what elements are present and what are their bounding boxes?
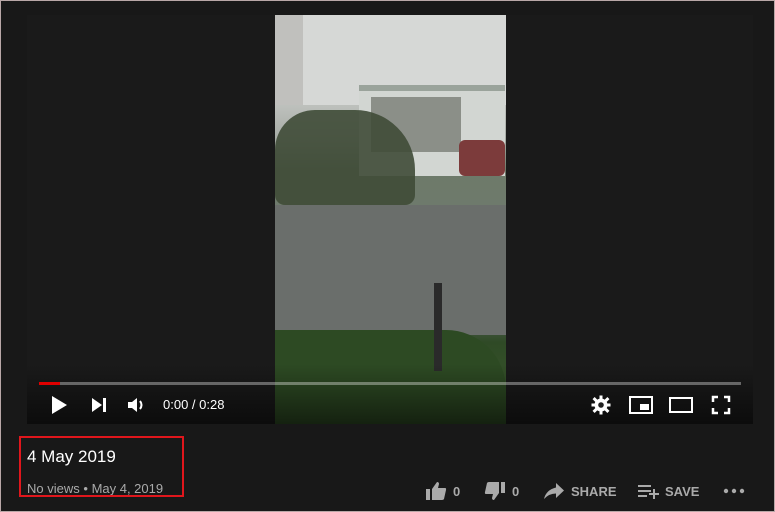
video-player[interactable]: 0:00 / 0:28 xyxy=(27,15,753,424)
video-frame[interactable] xyxy=(275,15,506,424)
share-button[interactable]: SHARE xyxy=(543,479,617,503)
like-button[interactable]: 0 xyxy=(425,479,460,503)
dislike-count: 0 xyxy=(512,483,520,499)
progress-bar[interactable] xyxy=(39,382,741,385)
next-icon xyxy=(92,398,106,412)
video-pole xyxy=(434,283,442,371)
play-button[interactable] xyxy=(45,393,73,417)
video-trees xyxy=(275,110,415,205)
save-label: SAVE xyxy=(665,483,700,499)
time-separator: / xyxy=(188,397,200,412)
video-flood-water xyxy=(275,205,506,335)
fullscreen-icon xyxy=(711,395,731,415)
theater-icon xyxy=(669,397,693,413)
time-total: 0:28 xyxy=(199,397,225,412)
page-frame: 0:00 / 0:28 4 May 2019 No views • May 4,… xyxy=(0,0,775,512)
video-building xyxy=(275,15,303,105)
next-button[interactable] xyxy=(85,393,113,417)
share-label: SHARE xyxy=(571,483,617,499)
thumbs-up-icon xyxy=(426,482,447,500)
more-icon xyxy=(723,488,745,494)
like-count: 0 xyxy=(453,483,461,499)
save-button[interactable]: SAVE xyxy=(637,479,699,503)
action-bar: 0 0 SHARE SAVE xyxy=(1,479,774,503)
theater-button[interactable] xyxy=(667,393,695,417)
miniplayer-button[interactable] xyxy=(627,393,655,417)
fullscreen-button[interactable] xyxy=(707,393,735,417)
play-icon xyxy=(52,396,67,414)
volume-button[interactable] xyxy=(123,393,151,417)
progress-fill xyxy=(39,382,61,385)
time-display: 0:00 / 0:28 xyxy=(163,397,224,412)
dislike-button[interactable]: 0 xyxy=(484,479,519,503)
volume-icon xyxy=(128,398,143,412)
settings-icon xyxy=(591,395,611,415)
video-car xyxy=(459,140,505,176)
time-current: 0:00 xyxy=(163,397,189,412)
miniplayer-icon xyxy=(629,396,653,414)
thumbs-down-icon xyxy=(484,482,505,500)
more-actions-button[interactable] xyxy=(723,479,745,503)
save-icon xyxy=(638,485,659,499)
settings-button[interactable] xyxy=(587,393,615,417)
share-icon xyxy=(544,483,564,499)
